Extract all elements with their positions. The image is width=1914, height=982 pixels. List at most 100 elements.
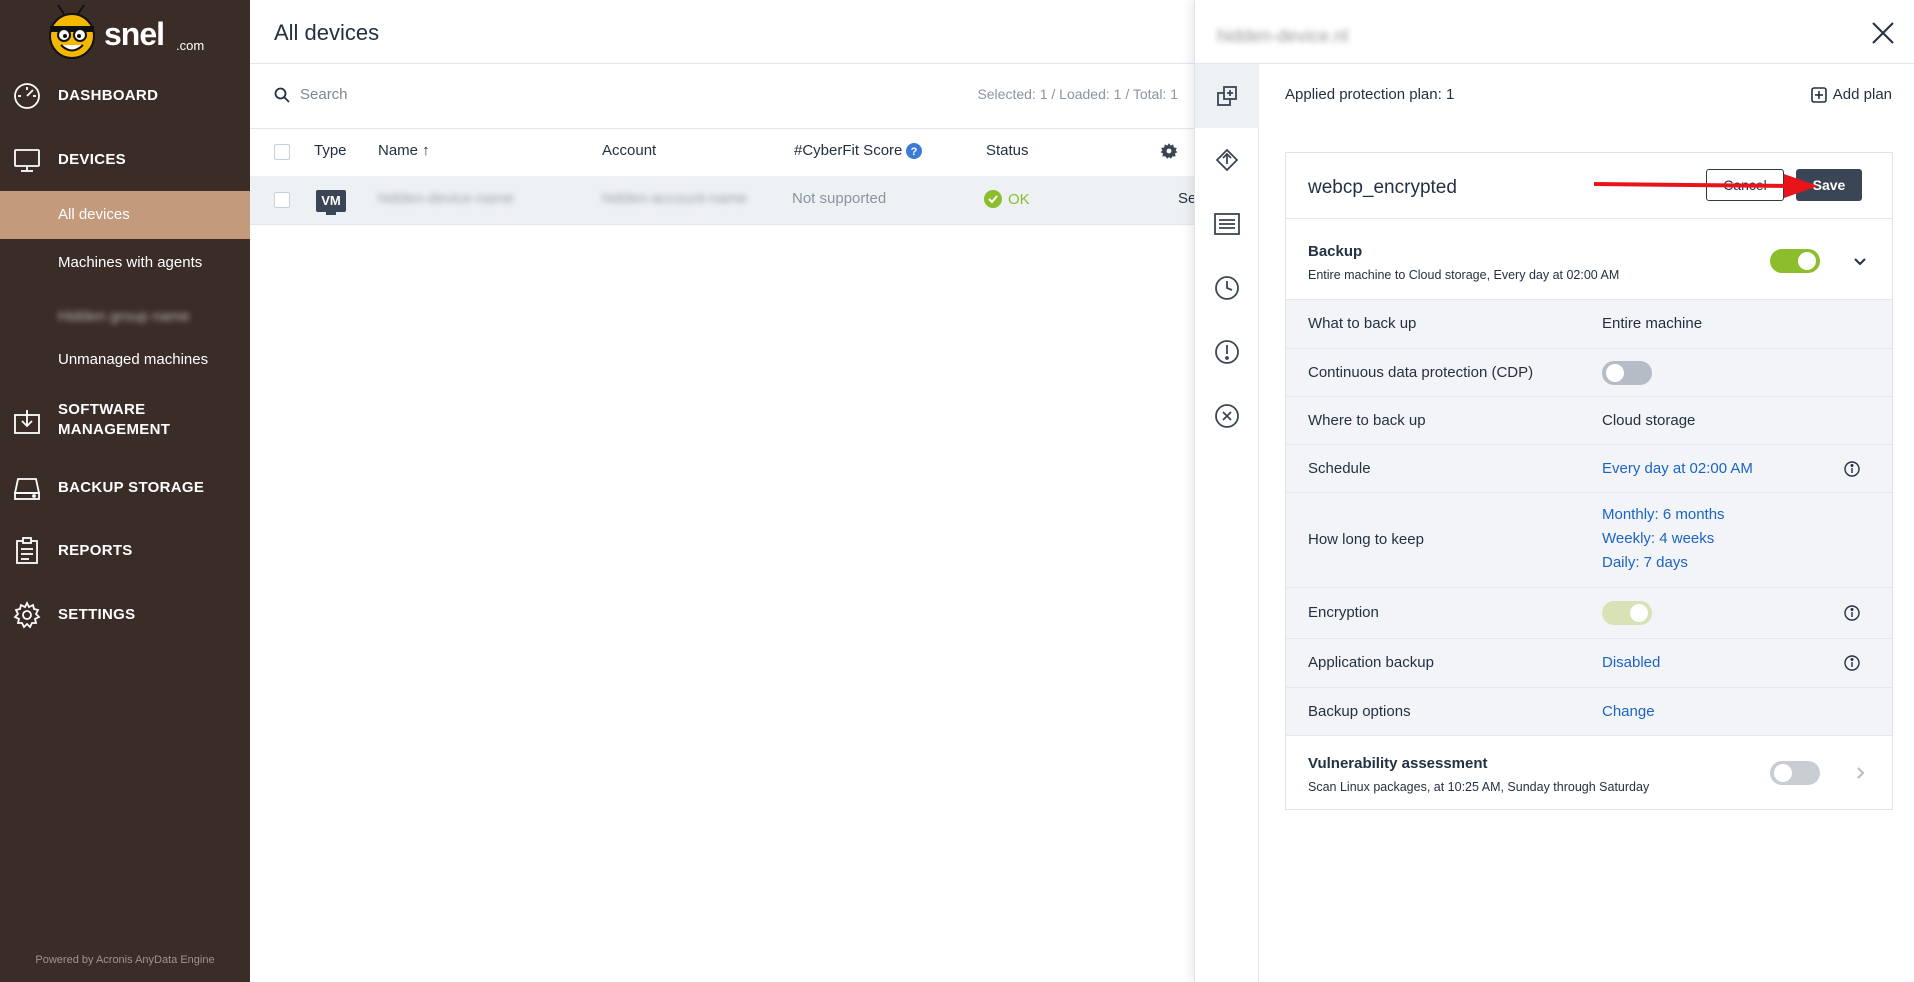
brand-suffix: .com — [176, 38, 205, 53]
backup-options-change-link[interactable]: Change — [1602, 703, 1655, 720]
nav-software-management[interactable]: SOFTWARE MANAGEMENT — [0, 400, 250, 444]
column-header-cyberfit-label: #CyberFit Score — [794, 142, 903, 159]
add-plan-button[interactable]: Add plan — [1810, 86, 1892, 103]
header-divider — [250, 63, 1194, 64]
column-header-type[interactable]: Type — [314, 142, 347, 159]
vm-icon-stand — [326, 212, 336, 215]
backup-section-title: Backup — [1308, 243, 1363, 260]
info-icon[interactable] — [1844, 605, 1860, 621]
sidebar-item-unmanaged-machines[interactable]: Unmanaged machines — [0, 336, 250, 384]
panel-header-divider — [1195, 63, 1914, 64]
row-device-name[interactable]: hidden-device-name — [378, 190, 514, 207]
row-checkbox[interactable] — [274, 192, 290, 208]
search-input[interactable]: Search — [274, 86, 348, 103]
application-backup-label: Application backup — [1308, 654, 1434, 671]
vuln-section-subtitle: Scan Linux packages, at 10:25 AM, Sunday… — [1308, 780, 1650, 794]
chevron-right-icon[interactable] — [1852, 765, 1868, 781]
monitor-icon — [14, 149, 40, 172]
gear-icon — [13, 600, 41, 629]
tab-details[interactable] — [1195, 192, 1259, 256]
select-all-checkbox[interactable] — [274, 144, 290, 160]
row-what-to-back-up[interactable]: What to back up Entire machine — [1286, 299, 1892, 348]
retention-monthly-link[interactable]: Monthly: 6 months — [1602, 506, 1725, 523]
alert-icon — [1215, 340, 1239, 364]
panel-tab-rail — [1195, 64, 1259, 982]
tab-remove[interactable] — [1195, 384, 1259, 448]
plan-name: webcp_encrypted — [1308, 177, 1457, 198]
row-application-backup: Application backup Disabled — [1286, 638, 1892, 687]
cancel-button[interactable]: Cancel — [1706, 169, 1784, 201]
row-status: OK — [984, 190, 1030, 208]
nav-settings[interactable]: SETTINGS — [0, 599, 250, 631]
column-header-status[interactable]: Status — [986, 142, 1029, 159]
nav-dashboard[interactable]: DASHBOARD — [0, 80, 250, 112]
save-button[interactable]: Save — [1796, 169, 1862, 201]
recovery-icon — [1215, 148, 1239, 172]
what-to-back-up-value: Entire machine — [1602, 315, 1703, 332]
dashboard-gauge-icon — [14, 83, 40, 109]
backup-toggle[interactable] — [1770, 249, 1820, 273]
nav-reports[interactable]: REPORTS — [0, 535, 250, 567]
nav-software-label-1: SOFTWARE — [58, 401, 146, 418]
retention-weekly-link[interactable]: Weekly: 4 weeks — [1602, 530, 1714, 547]
ok-check-icon — [984, 190, 1002, 208]
vuln-toggle[interactable] — [1770, 761, 1820, 785]
software-install-icon — [14, 410, 40, 434]
column-header-account[interactable]: Account — [602, 142, 656, 159]
column-header-name[interactable]: Name ↑ — [378, 142, 430, 159]
cdp-toggle[interactable] — [1602, 361, 1652, 385]
remove-circle-icon — [1215, 404, 1239, 428]
backup-options-label: Backup options — [1308, 703, 1411, 720]
row-where-to-back-up[interactable]: Where to back up Cloud storage — [1286, 396, 1892, 444]
nav-backup-storage[interactable]: BACKUP STORAGE — [0, 472, 250, 504]
row-retention: How long to keep Monthly: 6 months Weekl… — [1286, 492, 1892, 587]
application-backup-link[interactable]: Disabled — [1602, 654, 1660, 671]
hard-drive-icon — [13, 478, 41, 500]
nav-reports-label: REPORTS — [58, 542, 133, 559]
where-to-back-up-value: Cloud storage — [1602, 412, 1696, 429]
brand-logo[interactable]: snel .com — [36, 2, 216, 64]
tab-recovery[interactable] — [1195, 128, 1259, 192]
tab-protection[interactable] — [1195, 64, 1259, 128]
table-row[interactable]: VM hidden-device-name hidden-account-nam… — [250, 176, 1196, 224]
tab-alerts[interactable] — [1195, 320, 1259, 384]
nav-devices-label: DEVICES — [58, 151, 126, 168]
nav-backup-storage-label: BACKUP STORAGE — [58, 479, 205, 496]
nav-settings-label: SETTINGS — [58, 606, 136, 623]
column-settings-gear-icon[interactable] — [1160, 142, 1178, 160]
what-to-back-up-label: What to back up — [1308, 315, 1417, 332]
card-header-divider — [1286, 218, 1892, 219]
toolbar-divider — [250, 128, 1194, 129]
column-header-cyberfit[interactable]: #CyberFit Score ? — [794, 142, 923, 159]
add-plan-label: Add plan — [1832, 86, 1892, 103]
sidebar-item-all-devices[interactable]: All devices — [0, 191, 250, 239]
bee-mascot-icon — [49, 4, 95, 59]
backup-section-subtitle: Entire machine to Cloud storage, Every d… — [1308, 268, 1620, 282]
sidebar-item-machines-with-agents[interactable]: Machines with agents — [0, 239, 250, 287]
sidebar: snel .com DASHBOARD DEVICES All devices … — [0, 0, 250, 982]
info-icon[interactable] — [1844, 655, 1860, 671]
schedule-link[interactable]: Every day at 02:00 AM — [1602, 460, 1753, 477]
retention-daily-link[interactable]: Daily: 7 days — [1602, 554, 1688, 571]
row-cdp: Continuous data protection (CDP) — [1286, 348, 1892, 396]
nav-software-label-2: MANAGEMENT — [58, 421, 171, 438]
info-icon[interactable] — [1844, 461, 1860, 477]
tab-activities[interactable] — [1195, 256, 1259, 320]
chevron-down-icon[interactable] — [1852, 253, 1868, 269]
row-schedule: Schedule Every day at 02:00 AM — [1286, 444, 1892, 492]
encryption-toggle[interactable] — [1602, 601, 1652, 625]
nav-devices[interactable]: DEVICES — [0, 144, 250, 176]
panel-device-title: hidden-device.nl — [1217, 26, 1349, 46]
svg-text:?: ? — [911, 146, 918, 158]
close-icon[interactable] — [1870, 20, 1896, 46]
row-account: hidden-account-name — [602, 190, 748, 207]
sidebar-item-hidden-group[interactable]: Hidden group name — [0, 293, 250, 341]
cdp-label: Continuous data protection (CDP) — [1308, 364, 1534, 381]
schedule-label: Schedule — [1308, 460, 1371, 477]
vuln-section-title: Vulnerability assessment — [1308, 755, 1488, 772]
search-icon — [274, 87, 290, 103]
help-icon[interactable]: ? — [906, 142, 923, 159]
nav-dashboard-label: DASHBOARD — [58, 87, 159, 104]
protection-plan-card: webcp_encrypted Cancel Save Backup Entir… — [1285, 152, 1893, 810]
page-title: All devices — [274, 20, 380, 45]
